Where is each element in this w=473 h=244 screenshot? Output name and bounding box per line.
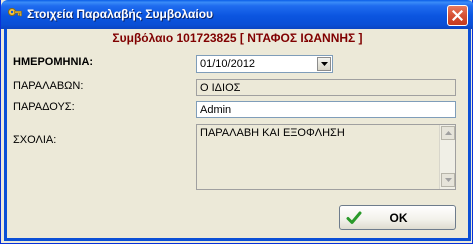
contract-heading: Συμβόλαιο 101723825 [ ΝΤΑΦΟΣ ΙΩΑΝΝΗΣ ] xyxy=(112,31,363,45)
ok-button[interactable]: OK xyxy=(339,205,456,230)
window-title: Στοιχεία Παραλαβής Συμβολαίου xyxy=(27,7,214,21)
key-icon xyxy=(7,6,23,22)
receiver-field[interactable]: Ο ΙΔΙΟΣ xyxy=(196,79,456,96)
scroll-down-button[interactable] xyxy=(441,173,455,187)
close-icon xyxy=(452,10,463,21)
receiver-label: ΠΑΡΑΛΑΒΩΝ: xyxy=(13,80,84,92)
comments-field[interactable]: ΠΑΡΑΛΑΒΗ ΚΑΙ ΕΞΟΦΛΗΣΗ xyxy=(196,124,456,190)
dialog-window: Στοιχεία Παραλαβής Συμβολαίου Συμβόλαιο … xyxy=(0,0,473,244)
date-label: ΗΜΕΡΟΜΗΝΙΑ: xyxy=(13,56,94,68)
comments-label: ΣΧΟΛΙΑ: xyxy=(13,134,57,146)
chevron-down-icon xyxy=(444,178,452,182)
comments-text: ΠΑΡΑΛΑΒΗ ΚΑΙ ΕΞΟΦΛΗΣΗ xyxy=(200,127,345,139)
deliverer-field[interactable]: Admin xyxy=(196,101,456,118)
ok-button-label: OK xyxy=(389,210,408,225)
title-bar[interactable]: Στοιχεία Παραλαβής Συμβολαίου xyxy=(1,0,473,29)
close-button[interactable] xyxy=(447,5,468,26)
date-picker[interactable]: 01/10/2012 xyxy=(196,55,333,73)
date-value: 01/10/2012 xyxy=(200,58,256,70)
chevron-up-icon xyxy=(444,131,452,135)
comments-scrollbar[interactable] xyxy=(439,125,455,189)
chevron-down-icon xyxy=(320,62,328,66)
scroll-up-button[interactable] xyxy=(441,126,455,140)
date-dropdown-button[interactable] xyxy=(317,57,331,71)
deliverer-label: ΠΑΡΑΔΟΥΣ: xyxy=(13,101,75,113)
